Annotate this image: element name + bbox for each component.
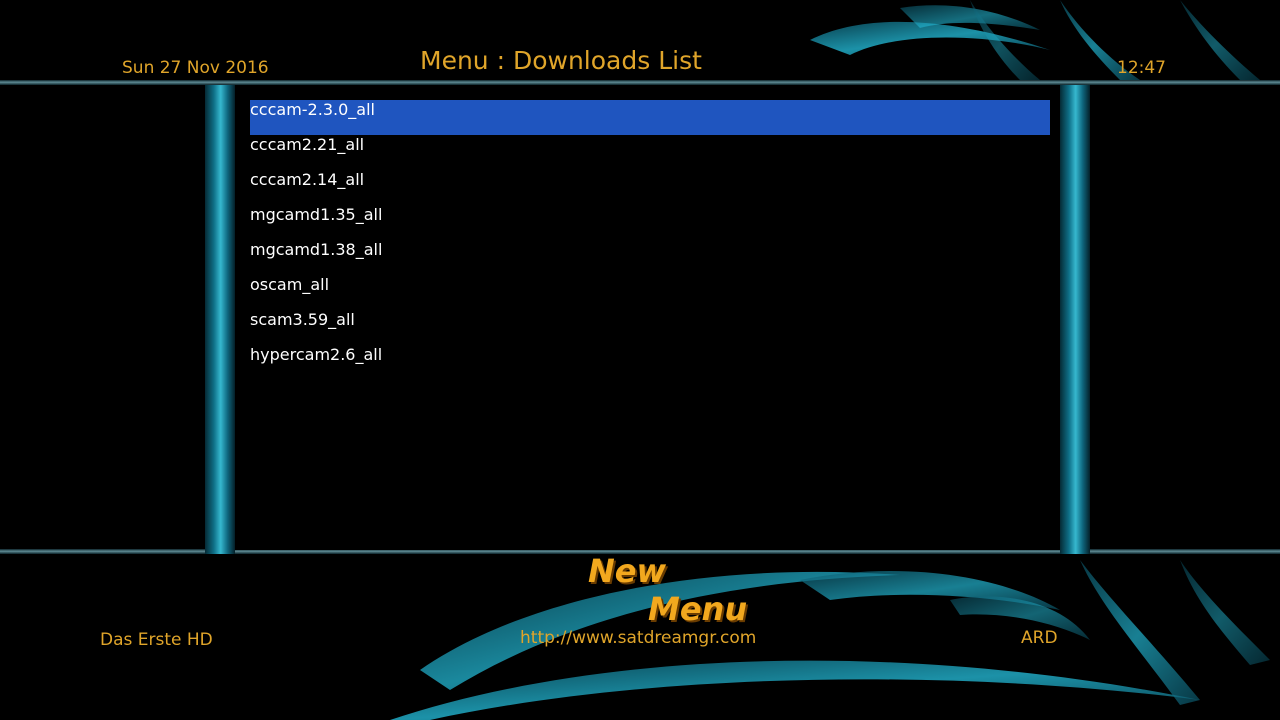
list-item-label: scam3.59_all bbox=[250, 310, 355, 329]
list-item[interactable]: scam3.59_all bbox=[250, 310, 1050, 345]
list-item-label: hypercam2.6_all bbox=[250, 345, 383, 364]
downloads-list: cccam-2.3.0_all cccam2.21_all cccam2.14_… bbox=[250, 100, 1050, 380]
brand-logo-menu: Menu bbox=[648, 590, 748, 628]
list-item-label: cccam-2.3.0_all bbox=[250, 100, 375, 119]
list-item[interactable]: cccam2.21_all bbox=[250, 135, 1050, 170]
list-item-label: mgcamd1.38_all bbox=[250, 240, 383, 259]
list-item-label: oscam_all bbox=[250, 275, 330, 294]
list-item-label: cccam2.21_all bbox=[250, 135, 365, 154]
list-item[interactable]: cccam2.14_all bbox=[250, 170, 1050, 205]
header-time: 12:47 bbox=[1117, 58, 1166, 78]
list-item[interactable]: hypercam2.6_all bbox=[250, 345, 1050, 380]
right-pillar bbox=[1060, 85, 1090, 554]
header-date: Sun 27 Nov 2016 bbox=[122, 58, 269, 78]
left-pillar bbox=[205, 85, 235, 554]
website-url: http://www.satdreamgr.com bbox=[520, 628, 757, 648]
provider-name: ARD bbox=[1021, 628, 1058, 648]
brand-logo-new: New bbox=[588, 552, 667, 590]
list-item[interactable]: oscam_all bbox=[250, 275, 1050, 310]
list-item-label: mgcamd1.35_all bbox=[250, 205, 383, 224]
list-item[interactable]: mgcamd1.35_all bbox=[250, 205, 1050, 240]
list-item-label: cccam2.14_all bbox=[250, 170, 365, 189]
list-item[interactable]: mgcamd1.38_all bbox=[250, 240, 1050, 275]
channel-name: Das Erste HD bbox=[100, 630, 213, 650]
page-title: Menu : Downloads List bbox=[420, 46, 702, 75]
list-item[interactable]: cccam-2.3.0_all bbox=[250, 100, 1050, 135]
